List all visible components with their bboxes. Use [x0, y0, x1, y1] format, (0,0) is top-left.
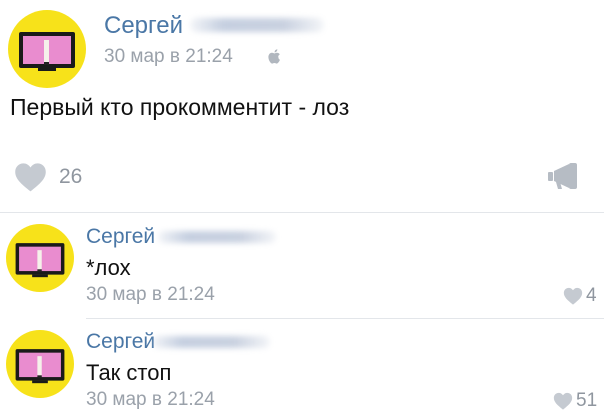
post-text: Первый кто прокомментит - лоз	[10, 94, 350, 120]
post-author-name[interactable]: Сергей	[104, 12, 183, 40]
comment-like-count: 51	[576, 390, 598, 411]
comment-divider	[86, 318, 604, 319]
post-author-avatar[interactable]	[8, 10, 86, 88]
comment-like-button[interactable]: 4	[563, 285, 597, 307]
comment-timestamp[interactable]: 30 мар в 21:24	[86, 389, 215, 411]
post-timestamp[interactable]: 30 мар в 21:24	[104, 46, 233, 68]
heart-icon	[553, 392, 573, 410]
redacted-surname	[158, 231, 276, 243]
comment-avatar[interactable]	[6, 330, 74, 398]
comment-text: Так стоп	[86, 360, 172, 385]
apple-icon	[268, 48, 282, 65]
comment-like-count: 4	[586, 285, 597, 306]
heart-icon	[15, 163, 46, 192]
redacted-surname	[190, 18, 324, 32]
redacted-surname	[152, 336, 270, 348]
comment-author-name[interactable]: Сергей	[86, 225, 155, 249]
post-like-button[interactable]: 26	[14, 162, 82, 192]
megaphone-icon[interactable]	[547, 162, 579, 190]
post-like-count: 26	[59, 165, 83, 188]
comment-text: *лох	[86, 255, 131, 280]
comment-author-name[interactable]: Сергей	[86, 330, 155, 354]
comment-avatar[interactable]	[6, 224, 74, 292]
post-divider	[0, 212, 604, 213]
heart-icon	[563, 287, 583, 305]
comment-timestamp[interactable]: 30 мар в 21:24	[86, 284, 215, 306]
comment-like-button[interactable]: 51	[553, 390, 597, 412]
